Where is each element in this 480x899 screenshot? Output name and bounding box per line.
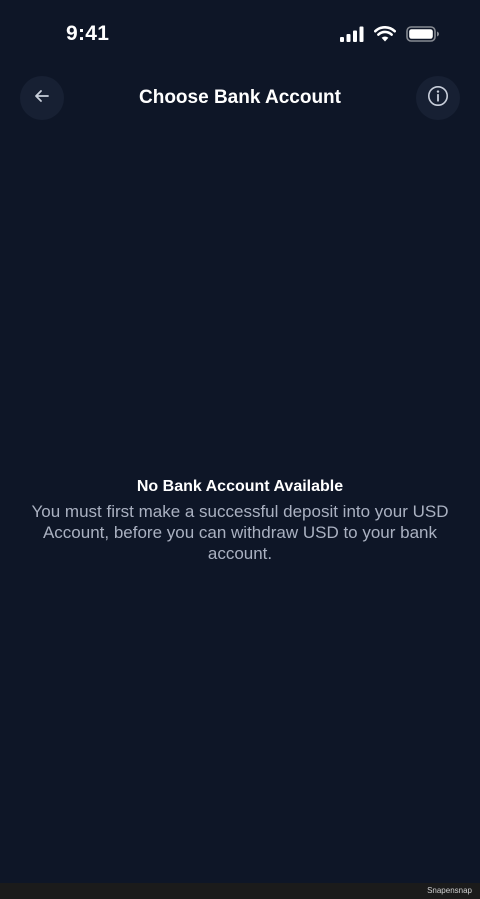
status-time: 9:41 bbox=[66, 22, 110, 45]
page-title: Choose Bank Account bbox=[139, 87, 341, 108]
cellular-signal-icon bbox=[340, 26, 364, 47]
empty-state: No Bank Account Available You must first… bbox=[20, 477, 460, 564]
empty-state-title: No Bank Account Available bbox=[136, 478, 344, 495]
info-circle-icon bbox=[427, 85, 449, 112]
status-icons bbox=[340, 26, 440, 47]
wifi-icon bbox=[374, 26, 396, 47]
app-screen: 9:41 Choose Bank Account No Bank Account… bbox=[0, 0, 480, 883]
status-bar: 9:41 bbox=[0, 0, 480, 70]
empty-state-message: You must first make a successful deposit… bbox=[31, 502, 449, 563]
header: Choose Bank Account bbox=[0, 76, 480, 122]
battery-icon bbox=[406, 26, 440, 47]
watermark-bar: Snapensnap bbox=[0, 883, 480, 899]
info-button[interactable] bbox=[416, 76, 460, 120]
watermark-text: Snapensnap bbox=[427, 886, 472, 895]
